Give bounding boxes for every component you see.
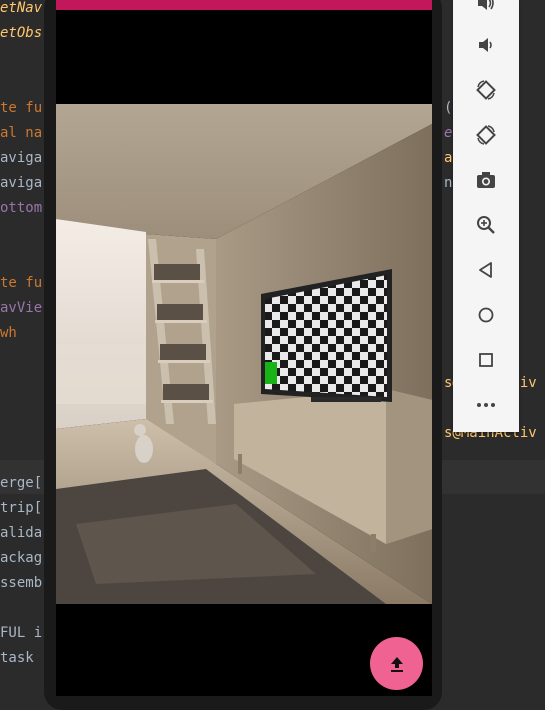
code-line: aviga	[0, 175, 43, 191]
volume-up-button[interactable]	[471, 0, 501, 18]
ide-editor-left: etNav etObs te fu al na aviga aviga ottom te fu…	[0, 0, 48, 696]
code-line: al na	[0, 125, 43, 141]
volume-up-icon	[478, 0, 494, 10]
zoom-icon	[477, 216, 495, 234]
home-button[interactable]	[471, 300, 501, 330]
screenshot-button[interactable]	[471, 165, 501, 195]
overview-button[interactable]	[471, 345, 501, 375]
code-line: FUL i	[0, 625, 43, 641]
code-line: ssemb	[0, 575, 43, 591]
camera-icon	[477, 172, 495, 188]
back-icon	[479, 262, 492, 278]
code-line: etObs	[0, 25, 43, 41]
zoom-button[interactable]	[471, 210, 501, 240]
emulator-toolbar	[453, 0, 519, 432]
code-line: wh	[0, 325, 17, 341]
rotate-right-icon	[476, 125, 496, 145]
code-line: te fu	[0, 100, 43, 116]
code-line: aviga	[0, 150, 43, 166]
code-line: erge[	[0, 475, 43, 491]
more-button[interactable]	[471, 390, 501, 420]
code-line: ottom	[0, 200, 43, 216]
rotate-left-icon	[476, 80, 496, 100]
more-dots-icon	[477, 403, 495, 407]
code-line: avVie	[0, 300, 43, 316]
code-line: alida	[0, 525, 43, 541]
home-icon	[478, 307, 494, 323]
code-line: etNav	[0, 0, 43, 16]
app-bar	[56, 0, 432, 10]
ide-highlight-band-right	[440, 460, 545, 494]
rotate-left-button[interactable]	[471, 75, 501, 105]
code-line: task	[0, 650, 34, 666]
upload-fab-button[interactable]	[370, 637, 423, 690]
code-line: trip[	[0, 500, 43, 516]
volume-down-button[interactable]	[471, 30, 501, 60]
upload-icon	[390, 656, 403, 672]
code-line: ackag	[0, 550, 43, 566]
rotate-right-button[interactable]	[471, 120, 501, 150]
overview-icon	[479, 353, 493, 367]
emulator-screen[interactable]	[56, 0, 432, 696]
volume-down-icon	[479, 38, 492, 52]
code-line: (	[444, 100, 453, 116]
back-button[interactable]	[471, 255, 501, 285]
room-photo-image	[56, 104, 432, 604]
code-line: te fu	[0, 275, 43, 291]
